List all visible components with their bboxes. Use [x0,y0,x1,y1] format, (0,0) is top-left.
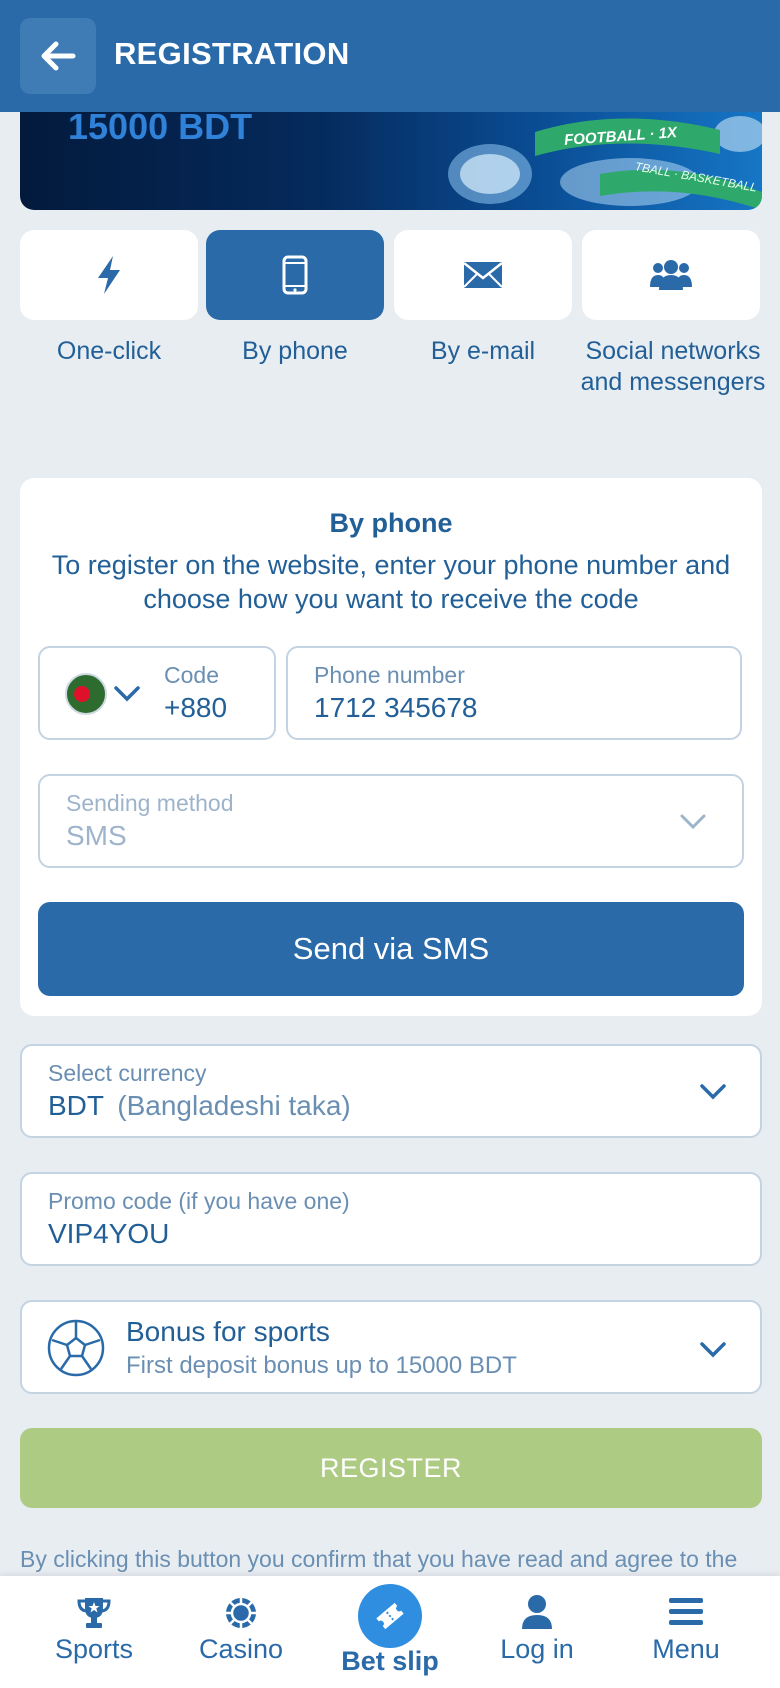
nav-menu-label: Menu [652,1634,720,1664]
nav-betslip[interactable] [358,1584,422,1648]
bonus-title: Bonus for sports [126,1316,330,1347]
nav-casino-label: Casino [198,1634,284,1664]
nav-login[interactable]: Log in [462,1576,612,1688]
nav-menu[interactable]: Menu [611,1576,761,1688]
currency-name: (Bangladeshi taka) [117,1090,351,1121]
tab-by-email[interactable] [394,230,572,320]
chevron-down-icon [680,814,706,830]
tab-label-social: Social networks and messengers [580,337,766,396]
envelope-icon [463,262,503,288]
tab-by-phone[interactable] [206,230,384,320]
back-button[interactable] [20,18,96,94]
nav-login-label: Log in [500,1634,574,1664]
sending-method-label: Sending method [66,790,234,816]
card-title: By phone [329,508,453,538]
register-button[interactable]: REGISTER [20,1428,762,1508]
card-description: To register on the website, enter your p… [51,550,731,614]
code-value: +880 [164,692,228,723]
chevron-down-icon [114,686,140,702]
promo-label: Promo code (if you have one) [48,1188,350,1214]
tab-one-click[interactable] [20,230,198,320]
nav-casino[interactable]: Casino [166,1576,316,1688]
sending-method-value: SMS [66,820,127,851]
chevron-down-icon [700,1084,726,1100]
phone-label: Phone number [314,662,465,688]
menu-icon [669,1598,703,1625]
legal-text: By clicking this button you confirm that… [20,1546,738,1572]
chevron-down-icon [700,1342,726,1358]
bonus-subtitle: First deposit bonus up to 15000 BDT [126,1352,517,1379]
currency-select[interactable]: Select currency BDT (Bangladeshi taka) [20,1044,762,1138]
user-icon [522,1595,552,1629]
currency-label: Select currency [48,1060,207,1086]
tab-label-by-phone: By phone [242,337,348,365]
promo-banner[interactable]: 15000 BDT FOOTBALL · 1X TBALL · BASKETBA… [20,112,762,210]
phone-number-input[interactable]: Phone number 1712 345678 [286,646,742,740]
phone-registration-card: By phone To register on the website, ent… [20,478,762,1016]
sending-method-select[interactable]: Sending method SMS [38,774,744,868]
arrow-left-icon [41,41,76,71]
bangladesh-flag-icon [65,673,107,715]
users-icon [650,260,692,290]
lightning-icon [98,256,120,294]
promo-code-input[interactable]: Promo code (if you have one) VIP4YOU [20,1172,762,1266]
country-code-select[interactable]: Code +880 [38,646,276,740]
page-title: REGISTRATION [114,36,350,71]
currency-code: BDT [48,1090,104,1121]
tab-label-by-email: By e-mail [430,337,536,365]
casino-chip-icon [226,1598,256,1628]
ticket-icon [376,1602,404,1630]
tab-social[interactable] [582,230,760,320]
app-header: REGISTRATION [0,0,780,112]
soccer-ball-icon [47,1319,105,1377]
promo-value: VIP4YOU [48,1218,170,1249]
nav-sports-label: Sports [54,1634,134,1664]
nav-betslip-label[interactable]: Bet slip [315,1646,465,1677]
trophy-icon [77,1598,111,1628]
nav-sports[interactable]: Sports [19,1576,169,1688]
tab-label-one-click: One-click [56,337,162,365]
bonus-select[interactable]: Bonus for sports First deposit bonus up … [20,1300,762,1394]
phone-value: 1712 345678 [314,692,478,723]
send-via-sms-button[interactable]: Send via SMS [38,902,744,996]
code-label: Code [164,662,219,688]
phone-icon [282,255,308,295]
